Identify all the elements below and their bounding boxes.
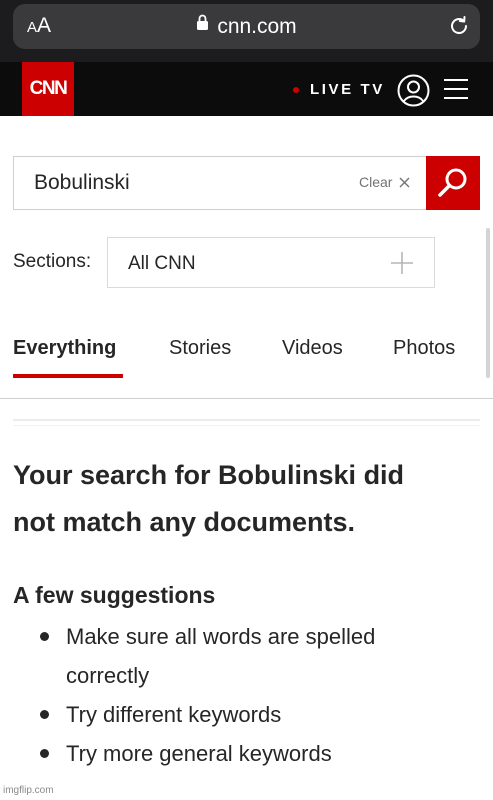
- search-input[interactable]: Bobulinski: [34, 171, 130, 195]
- user-account-icon[interactable]: [397, 74, 430, 112]
- divider: [13, 425, 480, 426]
- list-item: Try different keywords: [34, 695, 464, 734]
- tab-photos[interactable]: Photos: [393, 337, 455, 360]
- hamburger-menu-icon[interactable]: [444, 78, 468, 105]
- suggestion-text: Try more general keywords: [66, 741, 332, 766]
- suggestions-list: Make sure all words are spelled correctl…: [34, 617, 464, 773]
- live-tv-link[interactable]: LIVE TV: [310, 81, 385, 98]
- browser-toolbar: AA cnn.com: [0, 0, 493, 62]
- tab-stories[interactable]: Stories: [169, 337, 231, 360]
- divider: [13, 419, 480, 421]
- scrollbar[interactable]: [486, 228, 490, 378]
- suggestions-heading: A few suggestions: [13, 582, 216, 608]
- bullet-icon: [40, 710, 49, 719]
- search-button[interactable]: [426, 156, 480, 210]
- clear-button[interactable]: Clear: [359, 174, 410, 190]
- sections-value: All CNN: [128, 253, 196, 274]
- search-field[interactable]: Bobulinski Clear: [13, 156, 480, 210]
- no-results-line-2: not match any documents.: [13, 507, 356, 537]
- search-icon: [438, 168, 467, 197]
- suggestion-text: Try different keywords: [66, 702, 282, 727]
- url-text: cnn.com: [217, 15, 297, 38]
- plus-icon[interactable]: [391, 252, 413, 274]
- no-results-line-1: Your search for Bobulinski did: [13, 460, 405, 490]
- lock-icon: [196, 13, 209, 37]
- close-icon: [399, 177, 410, 188]
- bullet-icon: [40, 749, 49, 758]
- list-item: Try more general keywords: [34, 734, 464, 773]
- watermark: imgflip.com: [3, 785, 54, 796]
- url-display[interactable]: cnn.com: [13, 15, 480, 39]
- sections-select[interactable]: All CNN: [107, 237, 435, 288]
- sections-label: Sections:: [13, 251, 92, 272]
- tab-videos[interactable]: Videos: [282, 337, 343, 360]
- live-indicator-icon: [293, 87, 299, 93]
- divider: [0, 398, 493, 399]
- clear-label: Clear: [359, 174, 393, 190]
- address-bar[interactable]: AA cnn.com: [13, 4, 480, 49]
- suggestion-text: Make sure all words are spelled correctl…: [66, 624, 376, 688]
- list-item: Make sure all words are spelled correctl…: [34, 617, 464, 695]
- active-tab-indicator: [13, 374, 123, 378]
- cnn-logo[interactable]: CNN: [22, 62, 74, 116]
- bullet-icon: [40, 632, 49, 641]
- reload-icon[interactable]: [448, 15, 470, 42]
- no-results-message: Your search for Bobulinski did not match…: [13, 452, 478, 546]
- tab-everything[interactable]: Everything: [13, 337, 116, 360]
